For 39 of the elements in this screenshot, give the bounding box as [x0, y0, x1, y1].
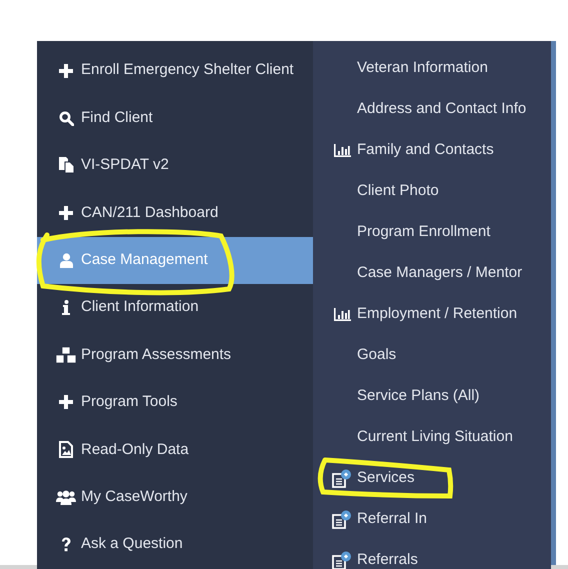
- menu-item[interactable]: Find Client: [37, 94, 313, 142]
- add-document-icon: [332, 510, 352, 529]
- submenu-link[interactable]: Veteran Information: [357, 57, 488, 80]
- submenu-link[interactable]: Service Plans (All): [357, 385, 480, 408]
- menu-item[interactable]: Program Assessments: [37, 331, 313, 379]
- search-icon: [58, 110, 74, 126]
- plus-icon: [59, 206, 73, 220]
- submenu-link[interactable]: Current Living Situation: [357, 426, 513, 449]
- submenu-link[interactable]: Program Enrollment: [357, 221, 490, 244]
- documents-icon: [58, 157, 74, 174]
- submenu-link[interactable]: Client Photo: [357, 180, 439, 203]
- question-icon: [61, 537, 71, 552]
- submenu-link[interactable]: Employment / Retention: [357, 303, 518, 326]
- menu-item[interactable]: Ask a Question: [37, 520, 313, 568]
- menu-item[interactable]: Client Information: [37, 284, 313, 332]
- menu-item[interactable]: VI-SPDAT v2: [37, 142, 313, 190]
- menu-item[interactable]: CAN/211 Dashboard: [37, 189, 313, 237]
- plus-icon: [59, 395, 73, 410]
- info-icon: [62, 300, 70, 316]
- add-document-icon: [332, 469, 352, 488]
- submenu-link[interactable]: Address and Contact Info: [357, 98, 526, 121]
- menu-item[interactable]: My CaseWorthy: [37, 474, 313, 521]
- submenu-link[interactable]: Referrals: [357, 549, 418, 569]
- menu-item[interactable]: Program Tools: [37, 378, 313, 426]
- users-icon: [56, 490, 76, 505]
- submenu-link[interactable]: Family and Contacts: [357, 139, 494, 162]
- bar-chart-icon: [334, 144, 350, 157]
- submenu-link[interactable]: Case Managers / Mentor: [357, 262, 522, 285]
- cubes-icon: [56, 347, 76, 364]
- plus-icon: [59, 64, 73, 78]
- submenu-link[interactable]: Referral In: [357, 508, 428, 531]
- submenu-link[interactable]: Services: [357, 467, 415, 490]
- add-document-icon: [332, 551, 352, 569]
- menu-item[interactable]: Enroll Emergency Shelter Client: [37, 47, 313, 94]
- submenu-link[interactable]: Goals: [357, 344, 396, 367]
- user-icon: [60, 252, 72, 268]
- image-file-icon: [59, 441, 73, 458]
- bar-chart-icon: [334, 308, 350, 321]
- menu-item[interactable]: Read-Only Data: [37, 426, 313, 474]
